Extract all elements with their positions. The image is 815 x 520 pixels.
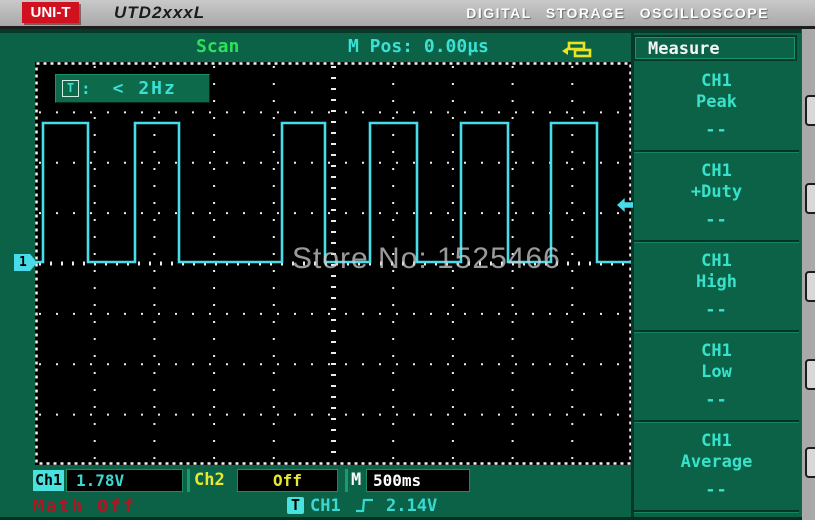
trigger-source-icon: T — [287, 497, 304, 514]
oscilloscope-screen: UNI-T UTD2xxxL DIGITAL STORAGE OSCILLOSC… — [0, 0, 815, 520]
softkey-button-5[interactable] — [805, 447, 815, 478]
ch1-badge: Ch1 — [33, 470, 64, 491]
measure-menu: CH1 Peak -- CH1 +Duty -- CH1 High -- CH1… — [634, 62, 799, 512]
menu-item-channel: CH1 — [634, 422, 799, 451]
menu-item-channel: CH1 — [634, 152, 799, 181]
store-watermark: Store No: 1525466 — [292, 242, 561, 276]
menu-item-average[interactable]: CH1 Average -- — [634, 422, 799, 512]
device-title: DIGITAL STORAGE OSCILLOSCOPE — [466, 5, 769, 21]
horizontal-position-readout: M Pos: 0.00µs — [348, 36, 489, 57]
trigger-separator: : — [81, 79, 91, 98]
menu-item-name: Low — [634, 361, 799, 382]
menu-item-value: -- — [634, 112, 799, 140]
menu-item-value: -- — [634, 472, 799, 500]
menu-item-low[interactable]: CH1 Low -- — [634, 332, 799, 422]
model-name: UTD2xxxL — [114, 3, 205, 23]
trigger-frequency-value: < 2Hz — [113, 78, 177, 99]
uni-t-logo: UNI-T — [22, 2, 79, 23]
acquisition-mode-label: Scan — [196, 36, 239, 57]
menu-item-name: Peak — [634, 91, 799, 112]
softkey-button-3[interactable] — [805, 271, 815, 302]
ch2-status-readout: Off — [237, 469, 338, 492]
math-status: Math Off — [33, 496, 136, 517]
trigger-t-icon: T — [62, 80, 79, 97]
menu-item-duty[interactable]: CH1 +Duty -- — [634, 152, 799, 242]
menu-item-high[interactable]: CH1 High -- — [634, 242, 799, 332]
menu-item-value: -- — [634, 202, 799, 230]
menu-title-button[interactable]: Measure — [633, 35, 797, 61]
menu-item-value: -- — [634, 292, 799, 320]
softkey-button-1[interactable] — [805, 95, 815, 126]
ch1-scale-readout: 1.78V — [66, 469, 183, 492]
timebase-readout: 500ms — [366, 469, 470, 492]
readout-divider — [345, 469, 348, 492]
timebase-label: M — [351, 470, 361, 490]
usb-icon — [561, 41, 594, 58]
menu-item-name: High — [634, 271, 799, 292]
menu-item-channel: CH1 — [634, 62, 799, 91]
trigger-level-readout: 2.14V — [386, 496, 437, 516]
trigger-source-readout: CH1 — [310, 496, 341, 516]
menu-item-value: -- — [634, 382, 799, 410]
title-bar: UNI-T UTD2xxxL DIGITAL STORAGE OSCILLOSC… — [0, 0, 815, 29]
menu-item-channel: CH1 — [634, 332, 799, 361]
ch2-label: Ch2 — [194, 470, 225, 490]
softkey-button-2[interactable] — [805, 183, 815, 214]
menu-item-peak[interactable]: CH1 Peak -- — [634, 62, 799, 152]
readout-divider — [187, 469, 190, 492]
menu-item-channel: CH1 — [634, 242, 799, 271]
screen-top-shadow — [0, 29, 802, 33]
menu-item-name: +Duty — [634, 181, 799, 202]
channel1-ground-marker: 1 — [14, 254, 37, 271]
menu-item-name: Average — [634, 451, 799, 472]
trigger-frequency-box: T : < 2Hz — [55, 74, 210, 103]
softkey-button-4[interactable] — [805, 359, 815, 390]
rising-edge-icon — [354, 497, 375, 514]
